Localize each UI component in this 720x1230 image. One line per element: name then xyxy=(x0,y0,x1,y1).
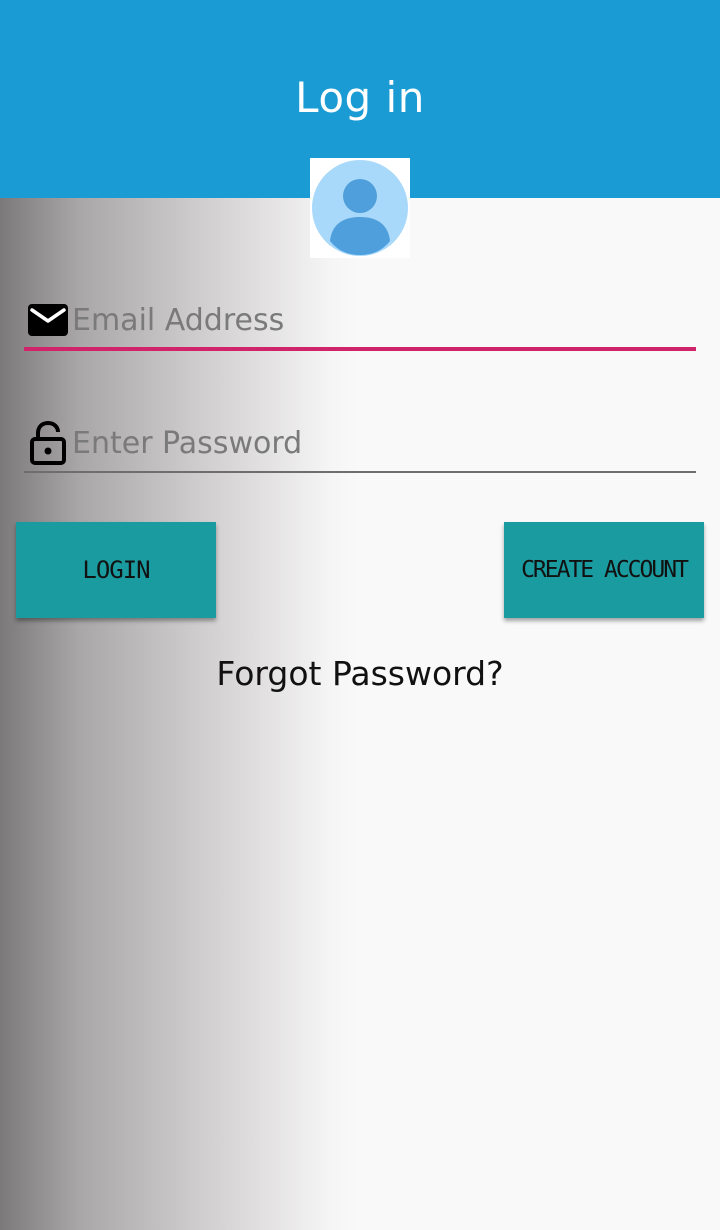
password-field[interactable] xyxy=(24,415,696,475)
lock-icon xyxy=(30,421,66,465)
page-title: Log in xyxy=(295,73,425,122)
user-avatar-icon xyxy=(310,158,410,258)
password-input[interactable] xyxy=(72,415,692,471)
mail-icon xyxy=(28,304,68,336)
email-field[interactable] xyxy=(24,292,696,352)
create-account-button[interactable]: CREATE ACCOUNT xyxy=(504,522,704,618)
email-input[interactable] xyxy=(72,292,692,348)
password-underline xyxy=(24,471,696,473)
email-underline xyxy=(24,347,696,351)
forgot-password-link[interactable]: Forgot Password? xyxy=(0,654,720,693)
login-button[interactable]: LOGIN xyxy=(16,522,216,618)
